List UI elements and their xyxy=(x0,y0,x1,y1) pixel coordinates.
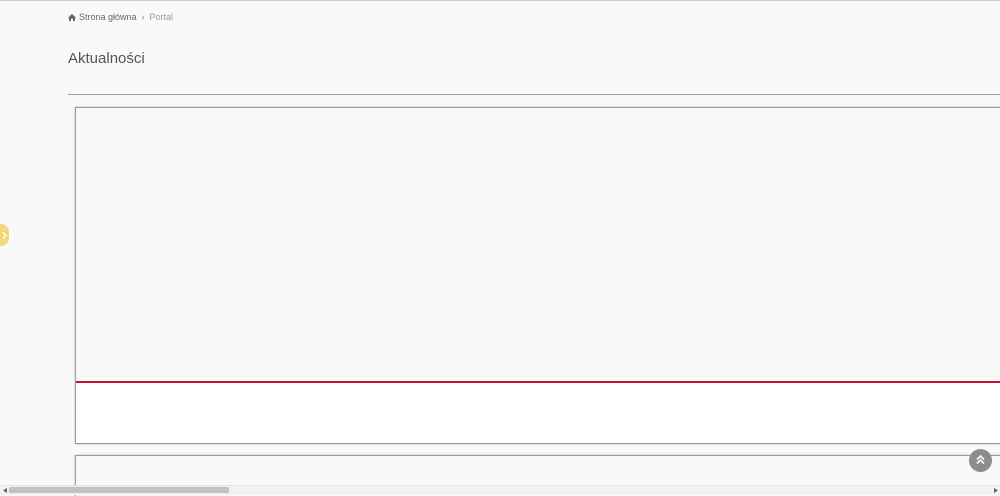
news-card-image[interactable] xyxy=(76,108,1000,381)
side-panel-toggle[interactable] xyxy=(0,224,9,246)
top-border xyxy=(0,0,1000,1)
title-divider xyxy=(68,94,1000,95)
page-title: Aktualności xyxy=(68,50,145,68)
chevron-right-icon xyxy=(2,226,7,244)
news-card-body xyxy=(76,383,1000,443)
scroll-to-top-button[interactable] xyxy=(969,449,992,472)
scroll-left-arrow-icon[interactable] xyxy=(1,487,8,494)
home-icon[interactable] xyxy=(68,13,76,21)
chevron-right-icon: › xyxy=(141,12,145,22)
breadcrumb-current: Portal xyxy=(149,12,174,22)
scroll-right-arrow-icon[interactable] xyxy=(992,487,999,494)
double-chevron-up-icon xyxy=(975,452,986,470)
news-card[interactable] xyxy=(75,107,1000,444)
scrollbar-thumb[interactable] xyxy=(9,487,229,493)
breadcrumb: Strona główna › Portal xyxy=(68,12,173,22)
breadcrumb-home-link[interactable]: Strona główna xyxy=(79,12,137,22)
